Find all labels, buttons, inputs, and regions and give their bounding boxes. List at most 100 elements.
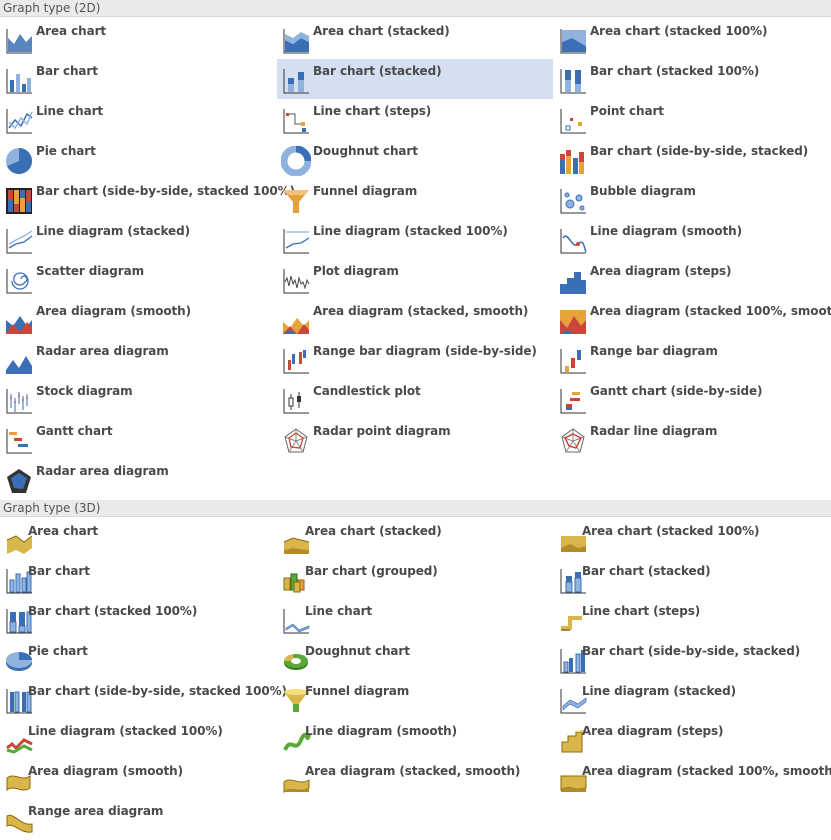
gallery-item-label: Bar chart (stacked): [582, 564, 711, 578]
gallery-item-label: Scatter diagram: [36, 264, 144, 278]
gallery-item-label: Bar chart: [28, 564, 90, 578]
gallery-item[interactable]: Bar chart (side-by-side, stacked): [554, 139, 830, 179]
gallery-item[interactable]: Bar chart (side-by-side, stacked 100%): [0, 679, 287, 719]
gallery-item[interactable]: Pie chart: [0, 139, 276, 179]
scatter-icon: [4, 266, 34, 296]
gallery-item[interactable]: Gantt chart (side-by-side): [554, 379, 830, 419]
gallery-item[interactable]: Gantt chart: [0, 419, 276, 459]
gallery-item[interactable]: Area chart (stacked): [277, 519, 553, 559]
gallery-item-label: Line diagram (smooth): [305, 724, 457, 738]
radar-point-icon: [281, 426, 311, 456]
gallery-item[interactable]: Bar chart (stacked 100%): [0, 599, 276, 639]
gallery-item-label: Line diagram (stacked): [36, 224, 190, 238]
candlestick-icon: [281, 386, 311, 416]
gallery-item[interactable]: Range bar diagram (side-by-side): [277, 339, 553, 379]
gallery-item[interactable]: Bar chart (stacked 100%): [554, 59, 830, 99]
gallery-item[interactable]: Funnel diagram: [277, 179, 553, 219]
gallery-item-label: Bar chart (grouped): [305, 564, 438, 578]
gallery-item-label: Pie chart: [36, 144, 96, 158]
gallery-item[interactable]: Bar chart (grouped): [277, 559, 553, 599]
bar-stacked-100-icon: [558, 66, 588, 96]
gallery-item[interactable]: Area chart (stacked 100%): [554, 19, 830, 59]
gallery-item-label: Candlestick plot: [313, 384, 421, 398]
bubble-icon: [558, 186, 588, 216]
gallery-item[interactable]: Area chart: [0, 519, 276, 559]
pie-chart-icon: [4, 146, 34, 176]
gallery-item[interactable]: Plot diagram: [277, 259, 553, 299]
gallery-item-label: Area chart (stacked): [313, 24, 450, 38]
gallery-item-label: Range bar diagram (side-by-side): [313, 344, 537, 358]
gallery-item[interactable]: Area diagram (smooth): [0, 299, 276, 339]
gallery-item[interactable]: Radar line diagram: [554, 419, 830, 459]
gallery-item-label: Area chart (stacked 100%): [582, 524, 760, 538]
gallery-item[interactable]: Bar chart (stacked): [277, 59, 553, 99]
gallery-item[interactable]: Area diagram (stacked, smooth): [277, 759, 553, 799]
gallery-item[interactable]: Area diagram (steps): [554, 719, 830, 759]
gallery-item[interactable]: Line chart (steps): [277, 99, 553, 139]
gallery-item[interactable]: Bubble diagram: [554, 179, 830, 219]
gallery-item-label: Bar chart (side-by-side, stacked): [582, 644, 801, 658]
gallery-item[interactable]: Radar area diagram: [0, 339, 276, 379]
gallery-item[interactable]: Candlestick plot: [277, 379, 553, 419]
gallery-item-label: Line diagram (stacked): [582, 684, 736, 698]
gallery-item[interactable]: Area diagram (stacked, smooth): [277, 299, 553, 339]
area-chart-icon: [4, 26, 34, 56]
gallery-item[interactable]: Line chart: [277, 599, 553, 639]
gallery-item[interactable]: Pie chart: [0, 639, 276, 679]
gallery-item[interactable]: Radar area diagram: [0, 459, 276, 499]
gallery-item[interactable]: Area chart: [0, 19, 276, 59]
gallery-item[interactable]: Stock diagram: [0, 379, 276, 419]
area-stacked-100-smooth-icon: [558, 306, 588, 336]
gallery-item[interactable]: Scatter diagram: [0, 259, 276, 299]
gallery-item-label: Doughnut chart: [313, 144, 418, 158]
gallery-item[interactable]: Line diagram (stacked): [554, 679, 830, 719]
gallery-item-label: Bubble diagram: [590, 184, 696, 198]
gallery-item[interactable]: Line diagram (stacked): [0, 219, 276, 259]
area-stacked-smooth-icon: [281, 306, 311, 336]
gallery-item[interactable]: Line chart: [0, 99, 276, 139]
gallery-item[interactable]: Doughnut chart: [277, 639, 553, 679]
gallery-item-label: Pie chart: [28, 644, 88, 658]
gallery-item[interactable]: Bar chart (stacked): [554, 559, 830, 599]
gallery-item[interactable]: Line diagram (smooth): [554, 219, 830, 259]
bar-stacked-icon: [281, 66, 311, 96]
gallery-item-label: Area chart (stacked 100%): [590, 24, 768, 38]
gallery-item[interactable]: Radar point diagram: [277, 419, 553, 459]
range-bar-side-icon: [281, 346, 311, 376]
gallery-item-label: Bar chart (side-by-side, stacked 100%): [28, 684, 287, 698]
gallery-item[interactable]: Range bar diagram: [554, 339, 830, 379]
line-smooth-icon: [558, 226, 588, 256]
bar-chart-icon: [4, 66, 34, 96]
gallery-item[interactable]: Bar chart: [0, 559, 276, 599]
gallery-item[interactable]: Funnel diagram: [277, 679, 553, 719]
doughnut-chart-icon: [281, 146, 311, 176]
point-chart-icon: [558, 106, 588, 136]
gallery-item[interactable]: Bar chart (side-by-side, stacked 100%): [0, 179, 295, 219]
gallery-item[interactable]: Range area diagram: [0, 799, 276, 839]
gallery-item[interactable]: Area diagram (steps): [554, 259, 830, 299]
gallery-item-label: Area chart: [28, 524, 99, 538]
gallery-item[interactable]: Bar chart (side-by-side, stacked): [554, 639, 830, 679]
gallery-item-label: Line diagram (smooth): [590, 224, 742, 238]
gallery-item[interactable]: Point chart: [554, 99, 830, 139]
gallery-item-label: Bar chart: [36, 64, 98, 78]
line-stacked-icon: [4, 226, 34, 256]
gallery-item[interactable]: Bar chart: [0, 59, 276, 99]
gallery-item[interactable]: Line diagram (stacked 100%): [277, 219, 553, 259]
gallery-item[interactable]: Area chart (stacked 100%): [554, 519, 830, 559]
gallery-item[interactable]: Line diagram (smooth): [277, 719, 553, 759]
area-steps-icon: [558, 266, 588, 296]
gallery-item-label: Line chart: [305, 604, 373, 618]
gallery-item[interactable]: Area diagram (stacked 100%, smooth): [554, 299, 831, 339]
gallery-item[interactable]: Area diagram (smooth): [0, 759, 276, 799]
gallery-item-label: Area chart: [36, 24, 107, 38]
gallery-item[interactable]: Area diagram (stacked 100%, smooth): [554, 759, 831, 799]
gallery-item[interactable]: Doughnut chart: [277, 139, 553, 179]
gallery-item[interactable]: Area chart (stacked): [277, 19, 553, 59]
gallery-item[interactable]: Line chart (steps): [554, 599, 830, 639]
gallery-item-label: Doughnut chart: [305, 644, 410, 658]
gallery-item[interactable]: Line diagram (stacked 100%): [0, 719, 276, 759]
gallery-item-label: Bar chart (stacked): [313, 64, 442, 78]
gallery-item-label: Line diagram (stacked 100%): [313, 224, 508, 238]
gallery-item-label: Area diagram (smooth): [36, 304, 191, 318]
